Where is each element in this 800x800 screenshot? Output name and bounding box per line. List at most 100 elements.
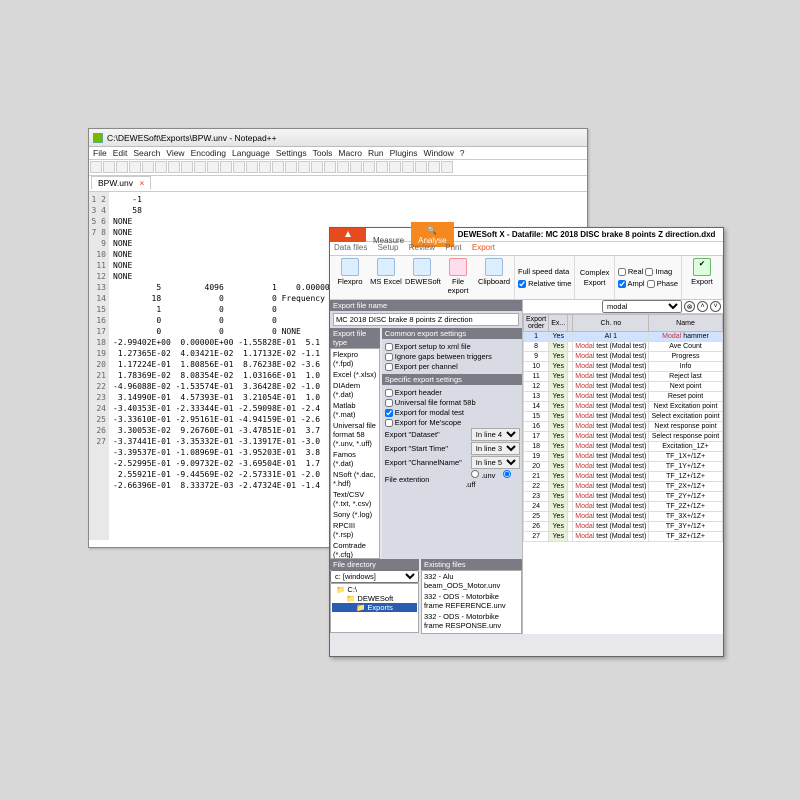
toolbar-button[interactable] — [428, 161, 440, 173]
file-type-item[interactable]: Comtrade (*.cfg) — [331, 540, 379, 559]
table-row[interactable]: 17YesModal test (Modal test)Select respo… — [524, 432, 724, 442]
close-icon[interactable]: × — [139, 178, 144, 188]
table-row[interactable]: 13YesModal test (Modal test)Reset pointA… — [524, 392, 724, 402]
toolbar-button[interactable] — [168, 161, 180, 173]
file-type-item[interactable]: Famos (*.dat) — [331, 449, 379, 469]
reltime-checkbox[interactable] — [518, 280, 526, 288]
channelname-select[interactable]: In line 5 — [471, 456, 520, 469]
toolbar-button[interactable] — [415, 161, 427, 173]
dewesoft-subtabs[interactable]: Data files Setup Review Print Export — [330, 242, 723, 256]
table-header[interactable]: Export order — [524, 315, 549, 332]
toolbar-button[interactable] — [194, 161, 206, 173]
menu-window[interactable]: Window — [424, 148, 454, 158]
table-row[interactable]: 27YesModal test (Modal test)TF_3Z+/1Z+Si… — [524, 532, 724, 542]
file-type-item[interactable]: RPCIII (*.rsp) — [331, 520, 379, 540]
subtab-review[interactable]: Review — [409, 243, 435, 252]
table-row[interactable]: 19YesModal test (Modal test)TF_1X+/1Z+Si… — [524, 452, 724, 462]
file-type-item[interactable]: Text/CSV (*.txt, *.csv) — [331, 489, 379, 509]
table-row[interactable]: 21YesModal test (Modal test)TF_1Z+/1Z+Si… — [524, 472, 724, 482]
table-header[interactable]: Ch. no — [573, 315, 649, 332]
toolbar-button[interactable] — [337, 161, 349, 173]
starttime-select[interactable]: In line 3 — [471, 442, 520, 455]
ext-uff-radio[interactable] — [503, 470, 511, 478]
menu-view[interactable]: View — [166, 148, 184, 158]
notepad-tabs[interactable]: BPW.unv × — [89, 176, 587, 192]
file-type-list[interactable]: Flexpro (*.fpd)Excel (*.xlsx)DIAdem (*.d… — [330, 348, 380, 559]
table-row[interactable]: 12YesModal test (Modal test)Next pointAs… — [524, 382, 724, 392]
toolbar-button[interactable] — [181, 161, 193, 173]
fileexport-button[interactable]: File export — [441, 258, 475, 297]
notepad-file-tab[interactable]: BPW.unv × — [91, 176, 151, 190]
file-type-item[interactable]: Sony (*.log) — [331, 509, 379, 520]
toolbar-button[interactable] — [376, 161, 388, 173]
real-checkbox[interactable] — [618, 268, 626, 276]
menu-run[interactable]: Run — [368, 148, 384, 158]
menu-language[interactable]: Language — [232, 148, 270, 158]
existing-file-item[interactable]: 332 - ODS - Motorbike frame REFERENCE.un… — [422, 591, 521, 611]
tree-node[interactable]: 📁 DEWESoft — [332, 594, 417, 603]
menu-tools[interactable]: Tools — [313, 148, 333, 158]
table-header[interactable]: Ex... — [549, 315, 568, 332]
notepad-titlebar[interactable]: C:\DEWESoft\Exports\BPW.unv - Notepad++ — [89, 129, 587, 147]
table-row[interactable]: 26YesModal test (Modal test)TF_3Y+/1Z+Si… — [524, 522, 724, 532]
menu-settings[interactable]: Settings — [276, 148, 307, 158]
table-row[interactable]: 1YesAI 1Modal hammerSynchronous — [524, 332, 724, 342]
fullspeed-option[interactable]: Full speed data — [518, 267, 571, 277]
dewesoft-button[interactable]: DEWESoft — [405, 258, 439, 297]
table-header[interactable]: Name — [649, 315, 722, 332]
menu-edit[interactable]: Edit — [113, 148, 128, 158]
toolbar-button[interactable] — [142, 161, 154, 173]
directory-tree[interactable]: 📁 C:\📁 DEWESoft📁 Exports — [330, 583, 419, 633]
reltime-option[interactable]: Relative time — [518, 279, 571, 289]
toolbar-button[interactable] — [233, 161, 245, 173]
table-row[interactable]: 11YesModal test (Modal test)Reject lastA… — [524, 372, 724, 382]
existing-file-item[interactable]: 332 - Alu beam_ODS_Motor.unv — [422, 571, 521, 591]
table-row[interactable]: 15YesModal test (Modal test)Select excit… — [524, 412, 724, 422]
file-type-item[interactable]: Flexpro (*.fpd) — [331, 349, 379, 369]
file-type-item[interactable]: NSoft (*.dac, *.hdf) — [331, 469, 379, 489]
toolbar-button[interactable] — [155, 161, 167, 173]
export-xml-checkbox[interactable] — [385, 343, 393, 351]
table-row[interactable]: 23YesModal test (Modal test)TF_2Y+/1Z+Si… — [524, 492, 724, 502]
tree-node[interactable]: 📁 C:\ — [332, 585, 417, 594]
table-row[interactable]: 16YesModal test (Modal test)Next respons… — [524, 422, 724, 432]
clipboard-button[interactable]: Clipboard — [477, 258, 511, 297]
msexcel-button[interactable]: MS Excel — [369, 258, 403, 297]
uff58b-checkbox[interactable] — [385, 399, 393, 407]
menu-search[interactable]: Search — [133, 148, 160, 158]
toolbar-button[interactable] — [103, 161, 115, 173]
export-filename-input[interactable] — [333, 313, 519, 326]
ext-unv-radio[interactable] — [471, 470, 479, 478]
menu-file[interactable]: File — [93, 148, 107, 158]
menu-plugins[interactable]: Plugins — [390, 148, 418, 158]
collapse-up-icon[interactable]: ˄ — [697, 301, 708, 312]
export-button[interactable]: ✔Export — [685, 258, 719, 297]
toolbar-button[interactable] — [285, 161, 297, 173]
toolbar-button[interactable] — [259, 161, 271, 173]
existing-files-list[interactable]: 332 - Alu beam_ODS_Motor.unv332 - ODS - … — [421, 570, 522, 634]
subtab-datafiles[interactable]: Data files — [334, 243, 367, 252]
subtab-export[interactable]: Export — [472, 243, 495, 252]
toolbar-button[interactable] — [246, 161, 258, 173]
for-modal-checkbox[interactable] — [385, 409, 393, 417]
toolbar-button[interactable] — [324, 161, 336, 173]
table-row[interactable]: 18YesModal test (Modal test)Excitation_1… — [524, 442, 724, 452]
ampl-checkbox[interactable] — [618, 280, 626, 288]
file-type-item[interactable]: Excel (*.xlsx) — [331, 369, 379, 380]
toolbar-button[interactable] — [220, 161, 232, 173]
toolbar-button[interactable] — [441, 161, 453, 173]
table-row[interactable]: 14YesModal test (Modal test)Next Excitat… — [524, 402, 724, 412]
toolbar-button[interactable] — [207, 161, 219, 173]
subtab-setup[interactable]: Setup — [378, 243, 399, 252]
notepad-menu[interactable]: FileEditSearchViewEncodingLanguageSettin… — [89, 147, 587, 160]
toolbar-button[interactable] — [363, 161, 375, 173]
toolbar-button[interactable] — [298, 161, 310, 173]
table-header[interactable]: Sampling — [722, 315, 723, 332]
export-header-checkbox[interactable] — [385, 389, 393, 397]
dewesoft-titlebar[interactable]: Measure 🔍Analyse DEWESoft X - Datafile: … — [330, 228, 723, 242]
phase-checkbox[interactable] — [647, 280, 655, 288]
notepad-toolbar[interactable] — [89, 160, 587, 176]
toolbar-button[interactable] — [129, 161, 141, 173]
for-mescope-checkbox[interactable] — [385, 419, 393, 427]
drive-select[interactable]: c: [windows] — [330, 570, 419, 583]
